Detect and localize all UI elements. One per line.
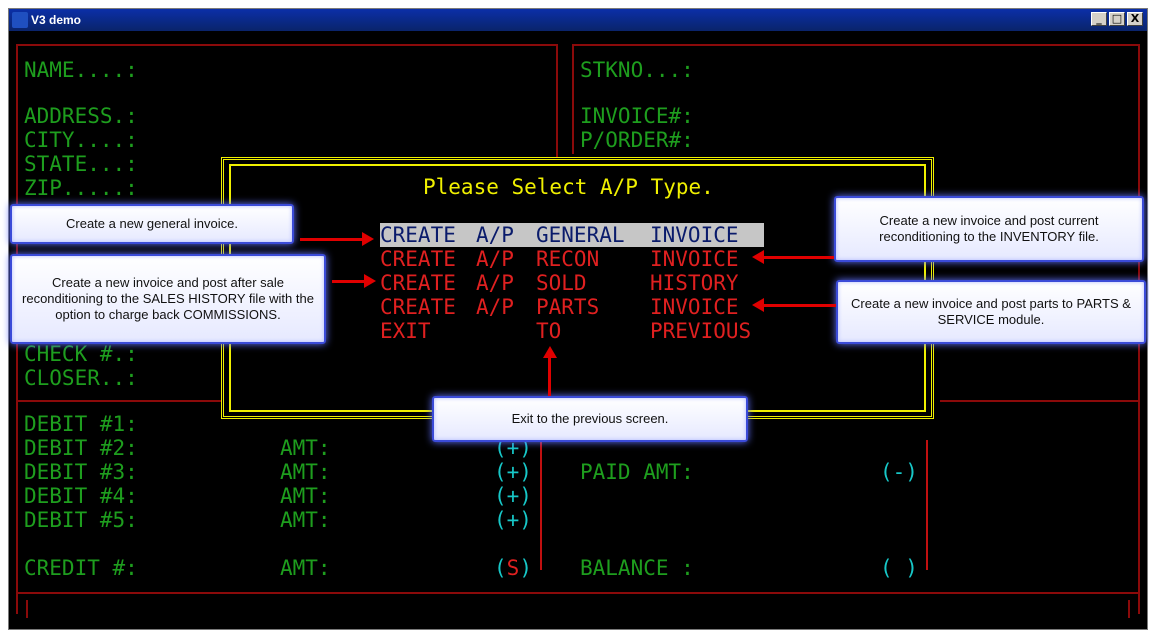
bracket-line — [540, 440, 542, 570]
debit-5-label: DEBIT #5: — [24, 508, 138, 532]
credit-sign: (S) — [494, 556, 532, 580]
minimize-button[interactable]: _ — [1091, 12, 1107, 26]
arrow-parts — [762, 304, 836, 307]
callout-parts: Create a new invoice and post parts to P… — [836, 280, 1146, 344]
option-create-sold-history[interactable]: CREATE A/P SOLD HISTORY — [380, 271, 764, 295]
arrow-sold — [332, 280, 366, 283]
check-label: CHECK #.: — [24, 342, 138, 366]
option-create-recon-invoice[interactable]: CREATE A/P RECON INVOICE — [380, 247, 764, 271]
frame-line — [940, 400, 1140, 402]
paid-amt-label: PAID AMT: — [580, 460, 694, 484]
debit-2-amt-label: AMT: — [280, 436, 331, 460]
frame-line — [16, 400, 228, 402]
invoice-label: INVOICE#: — [580, 104, 694, 128]
frame-line — [572, 44, 574, 154]
balance-label: BALANCE : — [580, 556, 694, 580]
city-label: CITY....: — [24, 128, 138, 152]
frame-line — [26, 600, 28, 618]
option-exit-to-previous[interactable]: EXIT TO PREVIOUS — [380, 319, 764, 343]
arrow-exit — [548, 356, 551, 396]
balance-sign: ( ) — [880, 556, 918, 580]
window-title: V3 demo — [31, 13, 82, 27]
close-button[interactable]: X — [1127, 12, 1143, 26]
debit-4-sign: (+) — [494, 484, 532, 508]
callout-sold: Create a new invoice and post after sale… — [10, 254, 326, 344]
stkno-label: STKNO...: — [580, 58, 694, 82]
credit-label: CREDIT #: — [24, 556, 138, 580]
bracket-line — [926, 440, 928, 570]
address-label: ADDRESS.: — [24, 104, 138, 128]
debit-3-label: DEBIT #3: — [24, 460, 138, 484]
debit-4-amt-label: AMT: — [280, 484, 331, 508]
frame-line — [572, 44, 1140, 46]
frame-line — [16, 44, 556, 46]
option-create-parts-invoice[interactable]: CREATE A/P PARTS INVOICE — [380, 295, 764, 319]
porder-label: P/ORDER#: — [580, 128, 694, 152]
maximize-button[interactable]: □ — [1109, 12, 1125, 26]
callout-exit: Exit to the previous screen. — [432, 396, 748, 442]
arrow-recon — [762, 256, 834, 259]
debit-3-sign: (+) — [494, 460, 532, 484]
app-icon — [12, 12, 28, 28]
arrow-head-icon — [364, 274, 376, 288]
arrow-general — [300, 238, 364, 241]
debit-3-amt-label: AMT: — [280, 460, 331, 484]
option-create-general-invoice[interactable]: CREATE A/P GENERAL INVOICE — [380, 223, 764, 247]
debit-1-label: DEBIT #1: — [24, 412, 138, 436]
debit-5-sign: (+) — [494, 508, 532, 532]
zip-label: ZIP.....: — [24, 176, 138, 200]
dialog-title: Please Select A/P Type. — [423, 175, 714, 199]
state-label: STATE...: — [24, 152, 138, 176]
title-bar[interactable]: V3 demo _ □ X — [9, 9, 1147, 31]
frame-line — [16, 592, 1140, 594]
debit-5-amt-label: AMT: — [280, 508, 331, 532]
debit-2-label: DEBIT #2: — [24, 436, 138, 460]
paid-amt-sign: (-) — [880, 460, 918, 484]
frame-line — [556, 44, 558, 169]
callout-recon: Create a new invoice and post current re… — [834, 196, 1144, 262]
frame-line — [1128, 600, 1130, 618]
arrow-head-icon — [362, 232, 374, 246]
callout-general: Create a new general invoice. — [10, 204, 294, 244]
credit-amt-label: AMT: — [280, 556, 331, 580]
name-label: NAME....: — [24, 58, 138, 82]
debit-4-label: DEBIT #4: — [24, 484, 138, 508]
closer-label: CLOSER..: — [24, 366, 138, 390]
